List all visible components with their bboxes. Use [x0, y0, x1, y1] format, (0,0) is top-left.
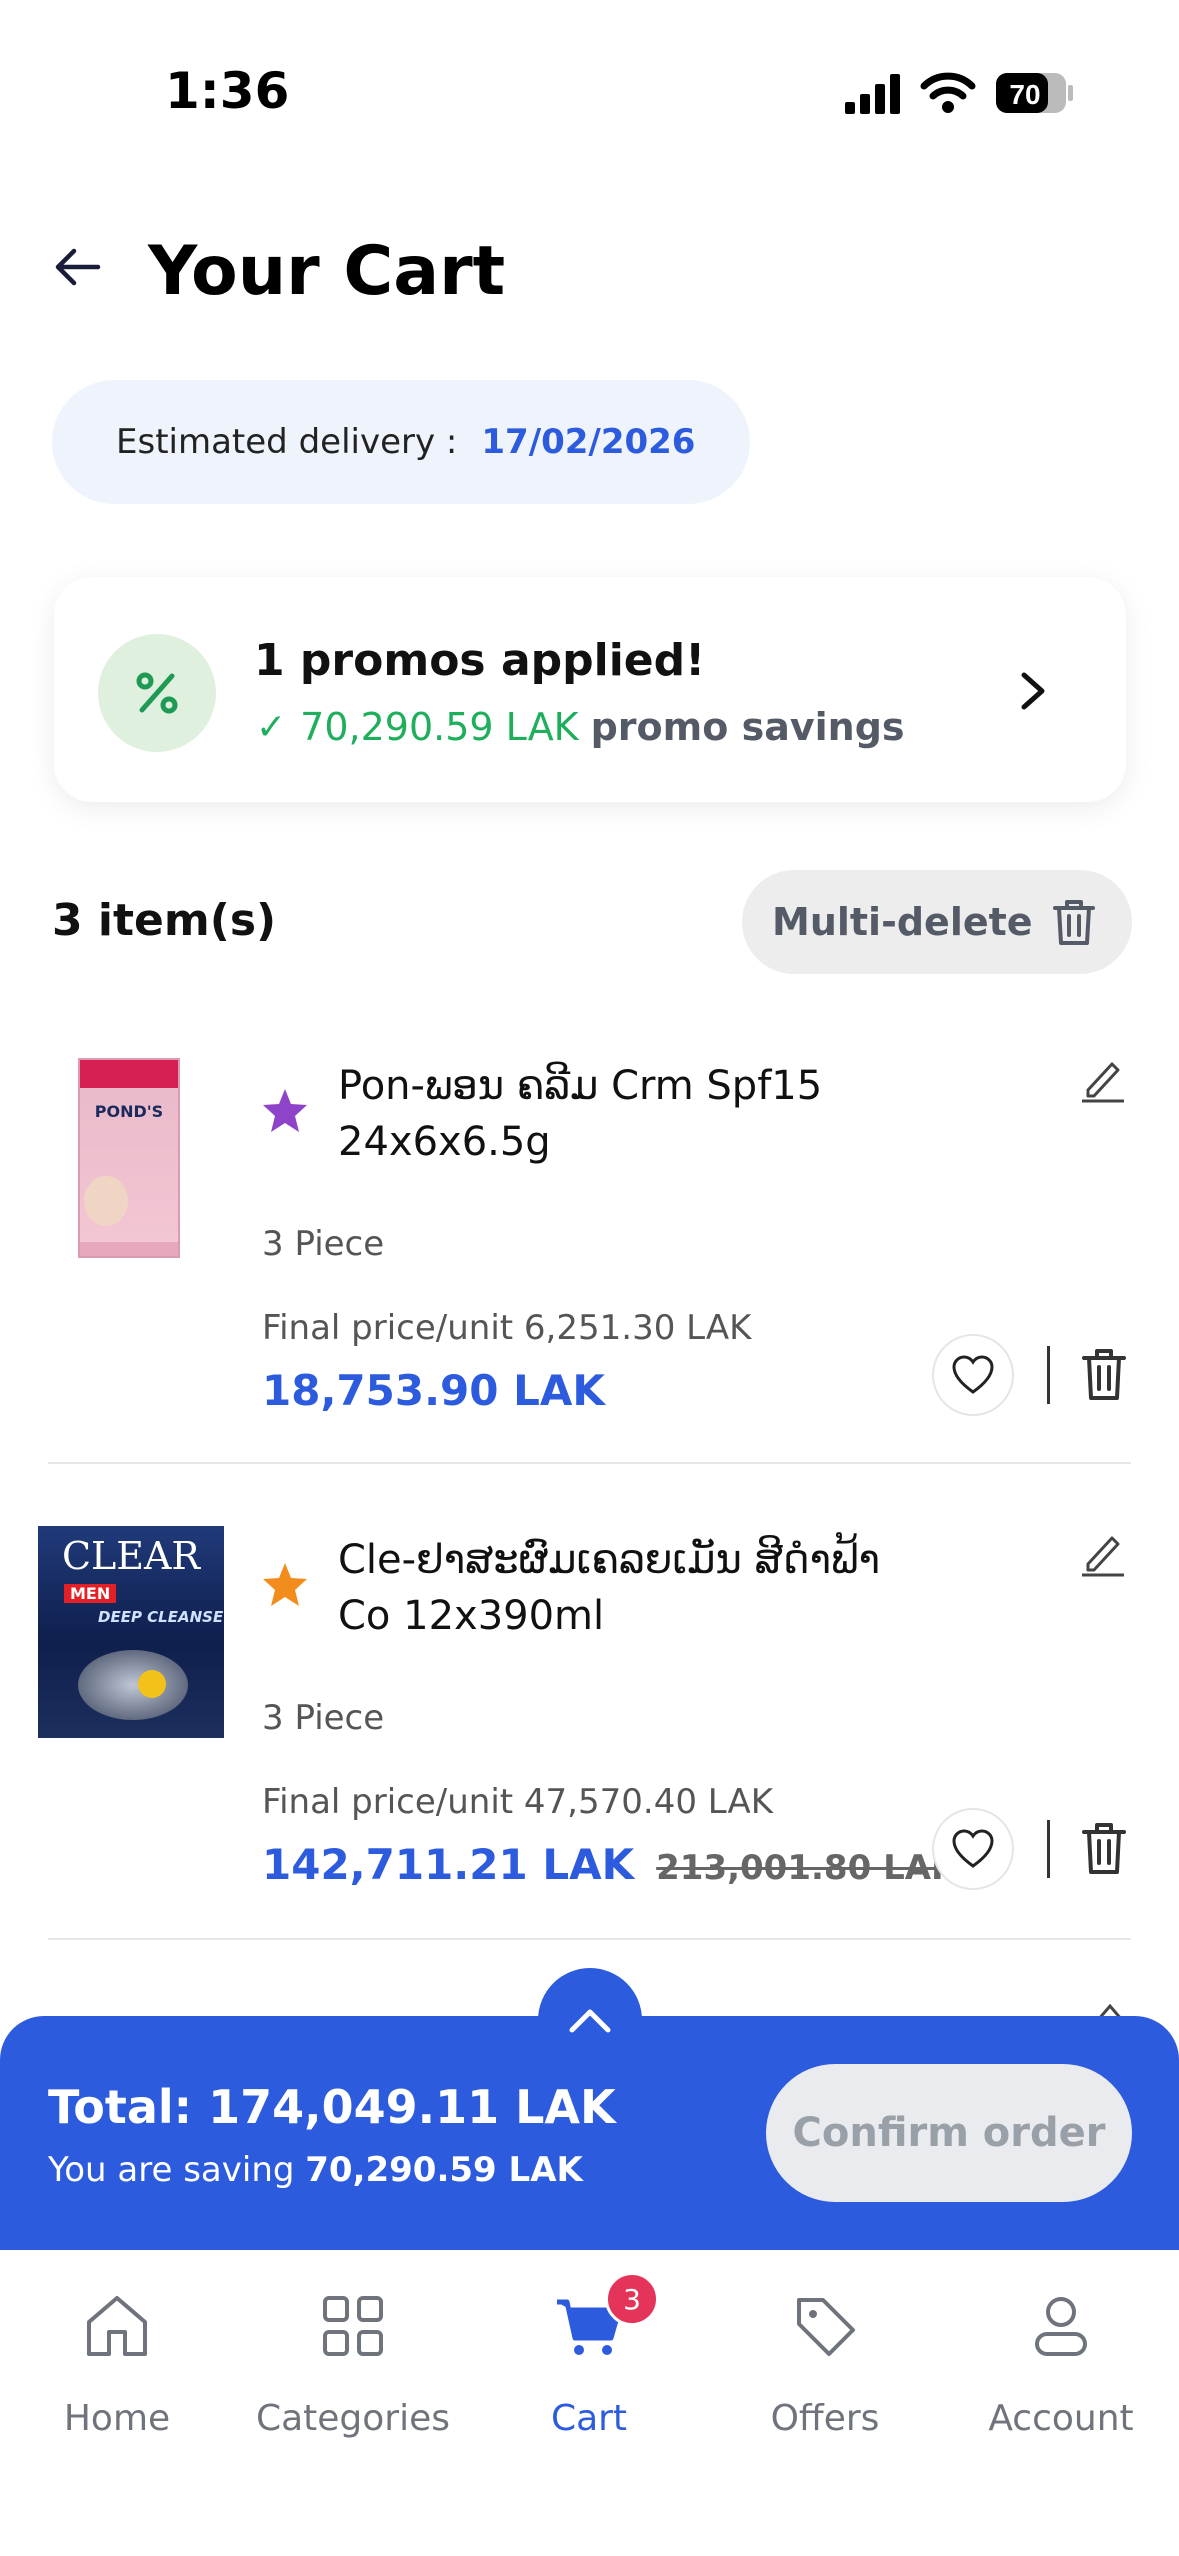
edit-pencil-icon[interactable] [1078, 1528, 1128, 1578]
product-line-label: DEEP CLEANSE [98, 1608, 224, 1626]
favorite-button[interactable] [932, 1334, 1014, 1416]
tab-label: Home [63, 2398, 171, 2439]
divider [48, 1938, 1131, 1940]
tab-categories[interactable]: Categories [253, 2290, 453, 2450]
item-unit-price: Final price/unit 47,570.40 LAK [262, 1782, 774, 1822]
favorite-button[interactable] [932, 1808, 1014, 1890]
item-total-price: 142,711.21 LAK 213,001.80 LAK [262, 1840, 957, 1889]
tab-home[interactable]: Home [17, 2290, 217, 2450]
saving-amount: 70,290.59 LAK [305, 2150, 583, 2190]
back-arrow-icon[interactable] [50, 240, 104, 294]
item-quantity: 3 Piece [262, 1224, 385, 1264]
tab-label: Account [988, 2398, 1134, 2439]
tab-label: Categories [255, 2398, 451, 2439]
heart-icon [952, 1829, 994, 1868]
estimated-delivery-pill: Estimated delivery : 17/02/2026 [52, 380, 750, 504]
bottom-tab-bar: Home Categories 3 Cart Offers Account [0, 2250, 1179, 2556]
chevron-up-icon [569, 2009, 611, 2033]
tab-label: Offers [770, 2398, 880, 2439]
tab-offers[interactable]: Offers [725, 2290, 925, 2450]
star-icon [263, 1089, 307, 1132]
grid-icon [323, 2296, 383, 2356]
expand-summary-button[interactable] [538, 1968, 642, 2072]
multi-delete-button[interactable]: Multi-delete [742, 870, 1132, 974]
star-icon [263, 1563, 307, 1606]
items-count: 3 item(s) [52, 895, 277, 946]
heart-icon [952, 1355, 994, 1394]
separator [1047, 1820, 1050, 1878]
trash-icon[interactable] [1078, 1346, 1130, 1402]
percent-icon [98, 634, 216, 752]
tab-account[interactable]: Account [961, 2290, 1161, 2450]
item-name[interactable]: Pon-ພອນ ຄລີມ Crm Spf15 24x6x6.5g [338, 1058, 858, 1170]
item-total: 18,753.90 LAK [262, 1366, 605, 1415]
item-total: 142,711.21 LAK [262, 1840, 635, 1889]
check-icon: ✓ [256, 706, 287, 748]
delivery-date: 17/02/2026 [481, 422, 696, 462]
product-image[interactable]: POND'S [78, 1058, 180, 1258]
home-icon [87, 2296, 147, 2356]
cart-count-badge: 3 [605, 2272, 659, 2326]
product-sub-label: MEN [64, 1584, 117, 1603]
order-saving: You are saving 70,290.59 LAK [48, 2150, 583, 2190]
saving-label: You are saving [48, 2150, 295, 2190]
trash-icon[interactable] [1078, 1820, 1130, 1876]
status-time: 1:36 [165, 62, 290, 120]
tab-label: Cart [550, 2398, 628, 2439]
wifi-icon [920, 72, 976, 113]
divider [48, 1462, 1131, 1464]
product-logo: POND'S [94, 1102, 164, 1121]
delivery-label: Estimated delivery : [116, 422, 458, 462]
tag-icon [797, 2298, 855, 2356]
product-logo: CLEAR [61, 1534, 201, 1578]
multi-delete-label: Multi-delete [772, 900, 1033, 944]
chevron-right-icon [1021, 672, 1045, 710]
item-unit-price: Final price/unit 6,251.30 LAK [262, 1308, 752, 1348]
edit-pencil-icon[interactable] [1078, 1054, 1128, 1104]
promo-amount: 70,290.59 LAK [300, 705, 579, 749]
separator [1047, 1346, 1050, 1404]
product-image[interactable]: CLEAR MEN DEEP CLEANSE [38, 1526, 224, 1738]
promo-card[interactable]: 1 promos applied! ✓ 70,290.59 LAK promo … [54, 577, 1126, 802]
order-total: Total: 174,049.11 LAK [48, 2080, 616, 2134]
battery-icon: 70 [996, 73, 1073, 113]
promo-savings: ✓ 70,290.59 LAK promo savings [256, 705, 905, 749]
user-icon [1035, 2297, 1087, 2356]
item-quantity: 3 Piece [262, 1698, 385, 1738]
status-bar: 1:36 70 [0, 0, 1179, 190]
item-original-price: 213,001.80 LAK [656, 1848, 958, 1888]
item-total-price: 18,753.90 LAK [262, 1366, 605, 1415]
tab-cart[interactable]: 3 Cart [489, 2272, 689, 2450]
page-title: Your Cart [148, 232, 506, 311]
trash-icon [1052, 900, 1095, 945]
promo-savings-label: promo savings [590, 705, 905, 749]
item-name[interactable]: Cle-ຢາສະຜົມເຄລຍເມັນ ສີດຳຟ້າ Co 12x390ml [338, 1532, 898, 1644]
confirm-order-button[interactable]: Confirm order [766, 2064, 1132, 2202]
cellular-signal-icon [845, 74, 900, 114]
battery-level: 70 [1009, 79, 1040, 110]
promo-title: 1 promos applied! [254, 635, 706, 686]
